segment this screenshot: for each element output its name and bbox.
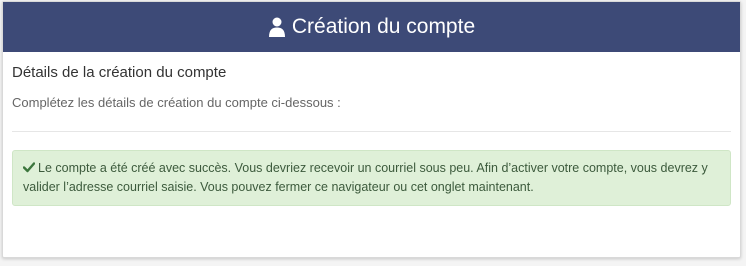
account-creation-card: Création du compte Détails de la créatio… (2, 1, 741, 258)
card-body: Détails de la création du compte Complét… (3, 64, 740, 206)
section-title: Détails de la création du compte (12, 64, 227, 81)
user-icon (268, 17, 286, 37)
instructions-text: Complétez les détails de création du com… (12, 95, 341, 110)
page-title: Création du compte (291, 15, 476, 38)
card-header: Création du compte (3, 2, 740, 52)
divider (12, 131, 731, 132)
success-alert-message: Le compte a été créé avec succès. Vous d… (23, 161, 708, 194)
check-icon (22, 160, 36, 173)
success-alert: Le compte a été créé avec succès. Vous d… (12, 150, 731, 206)
